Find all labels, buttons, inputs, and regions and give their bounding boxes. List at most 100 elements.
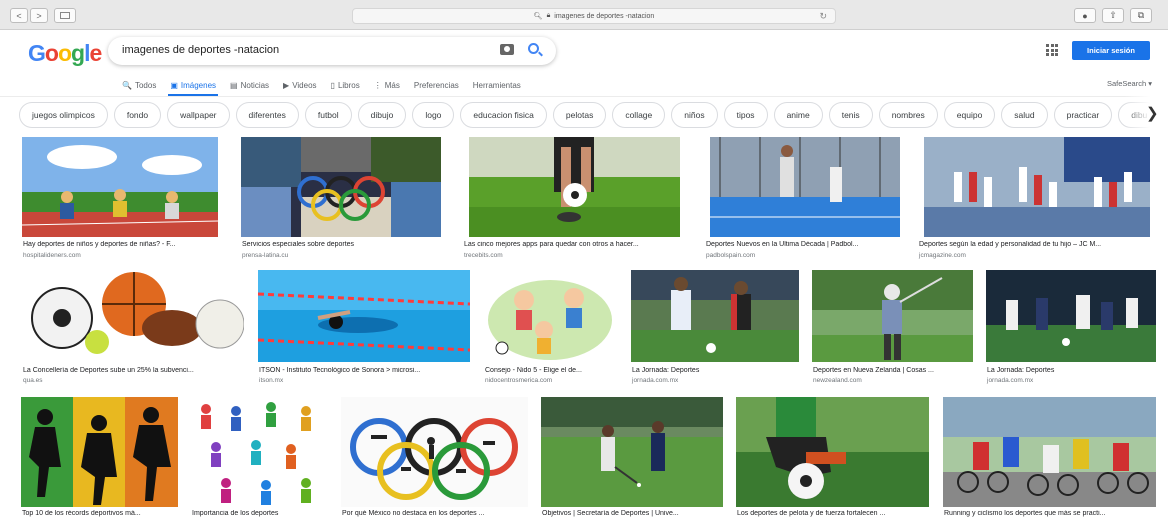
- chip[interactable]: anime: [773, 102, 823, 128]
- image-thumbnail[interactable]: [22, 270, 244, 362]
- image-thumbnail[interactable]: [736, 397, 929, 507]
- chip[interactable]: wallpaper: [167, 102, 230, 128]
- result-caption[interactable]: Importancia de los deportes: [192, 510, 330, 517]
- search-tabs: 🔍 Todos ▣ Imágenes ▤ Noticias ▶ Videos ▯ Libr…: [122, 76, 535, 96]
- back-button[interactable]: <: [10, 8, 28, 23]
- image-result[interactable]: Running y ciclismo los deportes que más …: [943, 397, 1158, 517]
- result-caption[interactable]: Deportes Nuevos en la Última Década | Pa…: [706, 241, 906, 248]
- image-result[interactable]: Deportes Nuevos en la Última Década | Pa…: [705, 137, 905, 262]
- extension-button[interactable]: ●: [1074, 8, 1096, 23]
- image-thumbnail[interactable]: [469, 137, 680, 237]
- image-thumbnail[interactable]: [21, 397, 178, 507]
- tab-libros[interactable]: ▯ Libros: [331, 76, 360, 94]
- image-result[interactable]: Las cinco mejores apps para quedar con o…: [463, 137, 688, 262]
- result-caption[interactable]: Los deportes de pelota y de fuerza forta…: [737, 510, 930, 517]
- image-thumbnail[interactable]: [812, 270, 973, 362]
- tabs-button[interactable]: ⧉: [1130, 8, 1152, 23]
- google-logo[interactable]: Google: [28, 40, 102, 67]
- chip[interactable]: diferentes: [235, 102, 299, 128]
- result-caption[interactable]: Por qué México no destaca en los deporte…: [342, 510, 529, 517]
- signin-button[interactable]: Iniciar sesión: [1072, 41, 1150, 60]
- chip[interactable]: juegos olimpicos: [19, 102, 108, 128]
- chip[interactable]: nombres: [878, 102, 938, 128]
- tab-imagenes[interactable]: ▣ Imágenes: [168, 76, 218, 96]
- image-result[interactable]: Por qué México no destaca en los deporte…: [341, 397, 529, 517]
- result-caption[interactable]: Deportes en Nueva Zelanda | Cosas ...: [813, 367, 974, 374]
- result-source: hospitalideners.com: [23, 252, 81, 259]
- result-caption[interactable]: Running y ciclismo los deportes que más …: [944, 510, 1157, 517]
- image-result[interactable]: La Concellería de Deportes sube un 25% l…: [22, 270, 247, 390]
- share-icon: ⇧: [1109, 10, 1117, 20]
- result-source: nidocentrosmerica.com: [485, 377, 553, 384]
- image-result[interactable]: La Jornada: Deportes jornada.com.mx: [986, 270, 1158, 390]
- chevron-right-icon[interactable]: ❯: [1146, 104, 1159, 122]
- result-caption[interactable]: Deportes según la edad y personalidad de…: [919, 241, 1149, 248]
- result-caption[interactable]: Servicios especiales sobre deportes: [242, 241, 442, 248]
- tab-todos[interactable]: 🔍 Todos: [122, 76, 156, 94]
- chip[interactable]: practicar: [1053, 102, 1113, 128]
- result-caption[interactable]: ITSON - Instituto Tecnológico de Sonora …: [259, 367, 471, 374]
- chip[interactable]: equipo: [943, 102, 996, 128]
- image-result[interactable]: Importancia de los deportes: [191, 397, 331, 517]
- image-result[interactable]: ITSON - Instituto Tecnológico de Sonora …: [258, 270, 473, 390]
- image-thumbnail[interactable]: [22, 137, 218, 237]
- image-result[interactable]: Servicios especiales sobre deportes pren…: [241, 137, 441, 262]
- result-caption[interactable]: Las cinco mejores apps para quedar con o…: [464, 241, 689, 248]
- image-thumbnail[interactable]: [924, 137, 1150, 237]
- tab-mas[interactable]: ⋮ Más: [374, 76, 400, 94]
- image-thumbnail[interactable]: [631, 270, 799, 362]
- result-caption[interactable]: Consejo - Nido 5 - Elige el de...: [485, 367, 618, 374]
- search-input[interactable]: imagenes de deportes -natacion: [122, 44, 279, 56]
- image-thumbnail[interactable]: [943, 397, 1156, 507]
- tab-videos[interactable]: ▶ Videos: [283, 76, 316, 94]
- image-thumbnail[interactable]: [341, 397, 528, 507]
- safesearch-dropdown[interactable]: SafeSearch ▾: [1107, 79, 1152, 88]
- result-caption[interactable]: La Concellería de Deportes sube un 25% l…: [23, 367, 245, 374]
- image-result[interactable]: Los deportes de pelota y de fuerza forta…: [736, 397, 931, 517]
- chip[interactable]: salud: [1001, 102, 1048, 128]
- chip[interactable]: educacion fisica: [460, 102, 547, 128]
- chip[interactable]: niños: [671, 102, 718, 128]
- chip[interactable]: collage: [612, 102, 666, 128]
- image-result[interactable]: Deportes en Nueva Zelanda | Cosas ... ne…: [812, 270, 975, 390]
- reload-icon[interactable]: ↻: [819, 11, 827, 22]
- tab-noticias[interactable]: ▤ Noticias: [230, 76, 269, 94]
- image-thumbnail[interactable]: [710, 137, 900, 237]
- image-thumbnail[interactable]: [986, 270, 1156, 362]
- chip[interactable]: futbol: [304, 102, 352, 128]
- result-caption[interactable]: Objetivos | Secretaría de Deportes | Uni…: [542, 510, 724, 517]
- chip[interactable]: tipos: [723, 102, 768, 128]
- image-result[interactable]: Top 10 de los récords deportivos má...: [21, 397, 179, 517]
- forward-button[interactable]: >: [30, 8, 48, 23]
- sidebar-icon: [60, 12, 70, 19]
- history-buttons: < >: [10, 8, 48, 23]
- result-caption[interactable]: Hay deportes de niños y deportes de niña…: [23, 241, 219, 248]
- image-thumbnail[interactable]: [541, 397, 723, 507]
- image-thumbnail[interactable]: [241, 137, 441, 237]
- result-caption[interactable]: Top 10 de los récords deportivos má...: [22, 510, 179, 517]
- image-thumbnail[interactable]: [258, 270, 470, 362]
- result-caption[interactable]: La Jornada: Deportes: [987, 367, 1157, 374]
- image-thumbnail[interactable]: [484, 270, 617, 362]
- image-thumbnail[interactable]: [191, 397, 329, 507]
- image-result[interactable]: Objetivos | Secretaría de Deportes | Uni…: [541, 397, 724, 517]
- chip[interactable]: tenis: [828, 102, 873, 128]
- chip[interactable]: fondo: [113, 102, 162, 128]
- image-result[interactable]: Hay deportes de niños y deportes de niña…: [22, 137, 218, 262]
- tab-preferencias[interactable]: Preferencias: [414, 76, 459, 94]
- result-caption[interactable]: La Jornada: Deportes: [632, 367, 800, 374]
- address-bar[interactable]: 🔍︎ 🔒︎ imagenes de deportes -natacion ↻: [352, 8, 836, 24]
- share-button[interactable]: ⇧: [1102, 8, 1124, 23]
- result-source: jornada.com.mx: [987, 377, 1034, 384]
- apps-grid-icon[interactable]: [1046, 44, 1058, 56]
- image-result[interactable]: La Jornada: Deportes jornada.com.mx: [631, 270, 801, 390]
- search-icon[interactable]: [528, 43, 539, 54]
- sidebar-toggle-button[interactable]: [54, 8, 76, 23]
- camera-icon[interactable]: [500, 44, 514, 55]
- image-result[interactable]: Consejo - Nido 5 - Elige el de... nidoce…: [484, 270, 619, 390]
- image-result[interactable]: Deportes según la edad y personalidad de…: [918, 137, 1158, 262]
- chip[interactable]: pelotas: [552, 102, 607, 128]
- tab-herramientas[interactable]: Herramientas: [473, 76, 521, 94]
- chip[interactable]: logo: [412, 102, 455, 128]
- chip[interactable]: dibujo: [357, 102, 407, 128]
